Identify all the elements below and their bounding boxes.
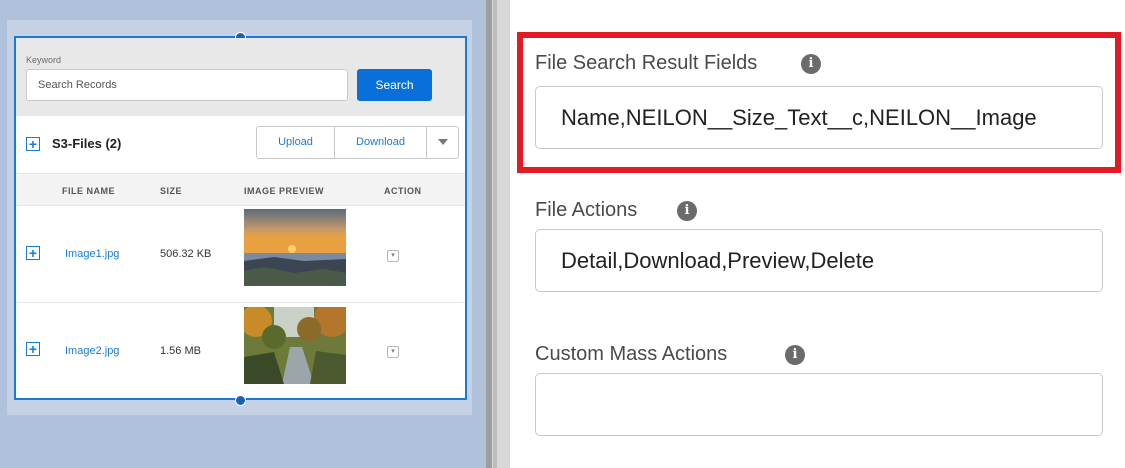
upload-button[interactable]: Upload	[257, 127, 335, 158]
search-button[interactable]: Search	[357, 69, 432, 101]
column-header-image-preview[interactable]: IMAGE PREVIEW	[244, 186, 324, 196]
search-input[interactable]: Search Records	[26, 69, 348, 101]
info-icon[interactable]: i	[785, 345, 805, 365]
expand-row-icon[interactable]: +	[26, 246, 40, 260]
divider-line	[486, 0, 492, 468]
file-size: 1.56 MB	[160, 345, 201, 357]
download-button[interactable]: Download	[335, 127, 427, 158]
row-action-dropdown[interactable]: ▾	[387, 346, 399, 358]
files-title: S3-Files (2)	[52, 136, 122, 151]
panel-divider[interactable]	[486, 0, 510, 468]
image-preview-sunset[interactable]	[244, 209, 346, 286]
file-name-link[interactable]: Image1.jpg	[65, 248, 119, 260]
divider-line	[493, 0, 497, 468]
add-file-icon[interactable]: +	[26, 137, 40, 151]
file-actions-label: File Actions	[535, 199, 638, 221]
chevron-down-icon	[437, 139, 448, 145]
mass-actions-input[interactable]	[535, 373, 1103, 436]
file-size: 506.32 KB	[160, 248, 212, 260]
files-button-group: Upload Download	[256, 126, 459, 159]
mass-actions-label: Custom Mass Actions	[535, 343, 728, 365]
keyword-label: Keyword	[26, 55, 62, 65]
info-icon[interactable]: i	[677, 201, 697, 221]
column-header-file-name[interactable]: FILE NAME	[62, 186, 115, 196]
file-actions-input[interactable]: Detail,Download,Preview,Delete	[535, 229, 1103, 292]
more-actions-button[interactable]	[427, 127, 458, 158]
column-header-action[interactable]: ACTION	[384, 186, 422, 196]
resize-handle-bottom[interactable]	[235, 395, 246, 406]
search-placeholder: Search Records	[38, 79, 117, 91]
highlight-box	[517, 32, 1121, 173]
expand-row-icon[interactable]: +	[26, 342, 40, 356]
image-preview-autumn[interactable]	[244, 307, 346, 384]
column-header-size[interactable]: SIZE	[160, 186, 182, 196]
row-divider	[16, 302, 465, 303]
row-action-dropdown[interactable]: ▾	[387, 250, 399, 262]
file-name-link[interactable]: Image2.jpg	[65, 345, 119, 357]
